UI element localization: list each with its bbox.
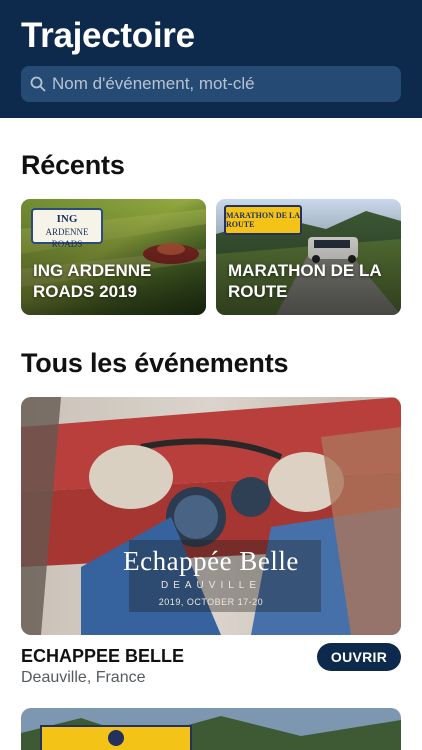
search-icon	[30, 76, 46, 92]
logo-text: MARATHON DE LA ROUTE	[226, 211, 300, 229]
event-card-image[interactable]	[21, 708, 401, 750]
recent-card-ing-ardenne-roads[interactable]: ING ARDENNE ROADS ING ARDENNE ROADS 2019	[21, 199, 206, 315]
marathon-de-la-route-logo: MARATHON DE LA ROUTE	[224, 205, 302, 235]
app-title: Trajectoire	[21, 16, 195, 55]
open-event-button[interactable]: OUVRIR	[317, 643, 401, 671]
event-brand-date: 2019, OCTOBER 17-20	[158, 597, 264, 607]
app-header: Trajectoire Nom d'événement, mot-clé	[0, 0, 422, 118]
event-photo	[21, 708, 401, 750]
recents-section-title: Récents	[21, 150, 125, 180]
logo-line-1: ING	[56, 213, 78, 225]
event-brand-wordmark: Echappée Belle	[123, 546, 299, 576]
recent-card-label: ING ARDENNE ROADS 2019	[33, 261, 152, 301]
recent-card-label: MARATHON DE LA ROUTE	[228, 261, 381, 301]
logo-line-2: ARDENNE ROADS	[45, 227, 89, 249]
search-input[interactable]: Nom d'événement, mot-clé	[52, 74, 255, 94]
recent-card-marathon-de-la-route[interactable]: MARATHON DE LA ROUTE MARATHON DE LA ROUT…	[216, 199, 401, 315]
event-brand-subtitle: DEAUVILLE	[160, 580, 262, 591]
event-title: ECHAPPEE BELLE	[21, 646, 185, 666]
search-bar[interactable]: Nom d'événement, mot-clé	[21, 66, 401, 102]
all-events-section-title: Tous les événements	[21, 348, 289, 378]
ing-ardenne-roads-logo: ING ARDENNE ROADS	[31, 208, 103, 249]
event-location: Deauville, France	[21, 669, 146, 686]
